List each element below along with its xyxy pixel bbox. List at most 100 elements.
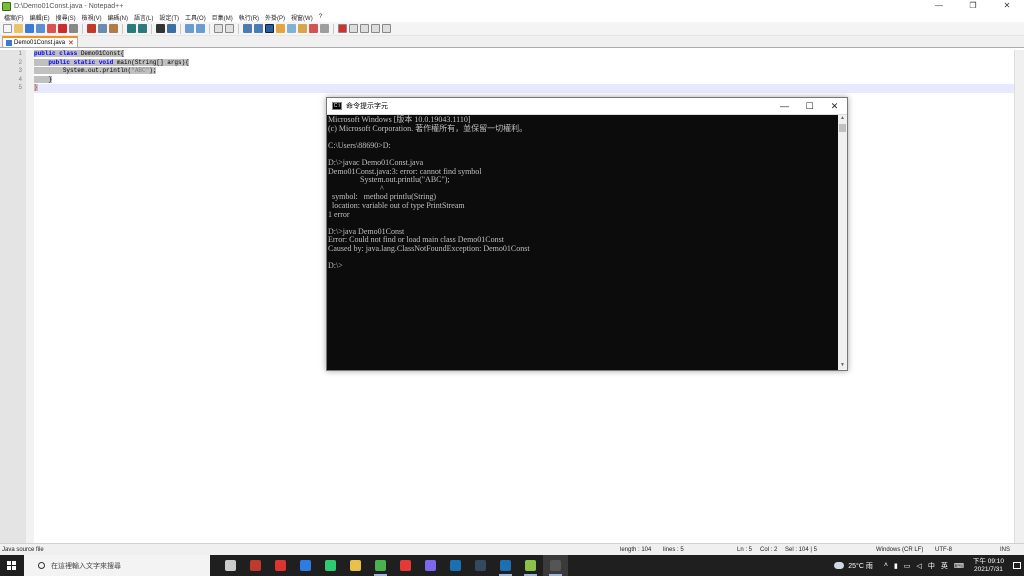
sync-vertical-icon[interactable] [214,24,223,33]
line-number: 5 [18,85,22,91]
app-icon [275,560,286,571]
monitoring-icon[interactable] [320,24,329,33]
command-prompt-window[interactable]: C:\ 命令提示字元 — ☐ ✕ Microsoft Windows [版本 1… [326,97,848,371]
cmd-close-button[interactable]: ✕ [822,98,847,115]
keyboard-icon[interactable]: ⌨ [954,562,964,570]
status-lines: lines : 5 [663,546,684,553]
clock[interactable]: 下午 09:10 2021/7/31 [973,558,1004,574]
cut-icon[interactable] [87,24,96,33]
taskbar-app[interactable] [318,555,343,576]
taskbar-app[interactable] [293,555,318,576]
console-line: Caused by: java.lang.ClassNotFoundExcept… [328,243,530,253]
toolbar-separator [122,23,123,34]
save-icon[interactable] [25,24,34,33]
paste-icon[interactable] [109,24,118,33]
taskbar-app[interactable] [393,555,418,576]
scroll-thumb[interactable] [839,124,846,132]
play-macro-icon[interactable] [360,24,369,33]
show-all-chars-icon[interactable] [254,24,263,33]
doc-map-icon[interactable] [287,24,296,33]
menu-file[interactable]: 檔案(F) [4,13,24,22]
replace-icon[interactable] [167,24,176,33]
taskbar-app[interactable] [443,555,468,576]
minimize-button[interactable]: — [922,0,956,12]
line-icon [325,560,336,571]
cmd-console-output[interactable]: Microsoft Windows [版本 10.0.19043.1110] (… [327,115,838,370]
start-button[interactable] [0,555,22,576]
menu-view[interactable]: 檢視(V) [82,13,102,22]
cmd-maximize-button[interactable]: ☐ [797,98,822,115]
copy-icon[interactable] [98,24,107,33]
find-icon[interactable] [156,24,165,33]
record-macro-icon[interactable] [338,24,347,33]
redo-icon[interactable] [138,24,147,33]
taskbar-app[interactable] [368,555,393,576]
menu-settings[interactable]: 設定(T) [159,13,179,22]
close-button[interactable]: ✕ [990,0,1024,12]
toolbar-separator [333,23,334,34]
sync-horizontal-icon[interactable] [225,24,234,33]
menu-macro[interactable]: 巨集(M) [212,13,233,22]
code-text[interactable]: public class Demo01Const{ public static … [34,50,1014,93]
keyword: public static void [48,58,114,66]
windows-logo-icon [6,561,16,570]
tab-close-icon[interactable]: ✕ [68,39,74,47]
taskbar-app[interactable] [543,555,568,576]
menu-help[interactable]: ? [319,14,322,20]
show-hidden-icons-icon[interactable]: ˄ [884,562,888,569]
close-file-icon[interactable] [47,24,56,33]
taskbar-app[interactable] [268,555,293,576]
network-icon[interactable]: ▮ [894,562,898,570]
function-list-icon[interactable] [298,24,307,33]
editor-scrollbar[interactable] [1014,50,1024,543]
tab-demo01const[interactable]: Demo01Const.java ✕ [2,36,78,47]
udl-icon[interactable] [276,24,285,33]
menu-edit[interactable]: 編輯(E) [30,13,50,22]
new-file-icon[interactable] [3,24,12,33]
menu-plugins[interactable]: 外掛(P) [265,13,285,22]
cmd-minimize-button[interactable]: — [772,98,797,115]
maximize-button[interactable]: ❐ [956,0,990,12]
console-prompt-line: D:\> [328,261,343,271]
folder-as-workspace-icon[interactable] [309,24,318,33]
print-icon[interactable] [69,24,78,33]
scroll-up-arrow-icon[interactable]: ▲ [838,115,847,123]
ime-lang[interactable]: 英 [941,561,948,571]
zoom-in-icon[interactable] [185,24,194,33]
taskbar-app[interactable] [418,555,443,576]
menu-run[interactable]: 執行(R) [239,13,259,22]
cmd-titlebar[interactable]: C:\ 命令提示字元 — ☐ ✕ [327,98,847,115]
status-col: Col : 2 [760,546,778,553]
save-macro-icon[interactable] [382,24,391,33]
action-center-button[interactable] [1010,555,1024,576]
menu-search[interactable]: 搜尋(S) [56,13,76,22]
indent-guide-icon[interactable] [265,24,274,33]
menu-language[interactable]: 語言(L) [134,13,153,22]
save-all-icon[interactable] [36,24,45,33]
stop-macro-icon[interactable] [349,24,358,33]
taskbar-search-box[interactable]: 在這裡輸入文字來搜尋 [24,555,210,576]
cmd-scrollbar[interactable]: ▲ ▼ [838,115,847,370]
battery-icon[interactable]: ▭ [904,562,911,570]
taskbar-app[interactable] [343,555,368,576]
taskbar-app[interactable] [468,555,493,576]
undo-icon[interactable] [127,24,136,33]
taskbar-app[interactable] [243,555,268,576]
ime-mode[interactable]: 中 [928,561,935,571]
weather-widget[interactable]: 25°C 雨 [834,561,873,571]
run-macro-multiple-icon[interactable] [371,24,380,33]
menu-window[interactable]: 視窗(W) [291,13,313,22]
word-wrap-icon[interactable] [243,24,252,33]
taskbar-app[interactable] [518,555,543,576]
task-view-button[interactable] [218,555,243,576]
zoom-out-icon[interactable] [196,24,205,33]
scroll-down-arrow-icon[interactable]: ▼ [838,362,847,370]
taskbar-app[interactable] [493,555,518,576]
menu-tools[interactable]: 工具(O) [185,13,206,22]
volume-icon[interactable]: ◁ [916,562,921,570]
weather-text: 25°C 雨 [848,562,873,570]
open-file-icon[interactable] [14,24,23,33]
fold-margin[interactable] [26,50,34,543]
close-all-icon[interactable] [58,24,67,33]
menu-encoding[interactable]: 編碼(N) [108,13,128,22]
